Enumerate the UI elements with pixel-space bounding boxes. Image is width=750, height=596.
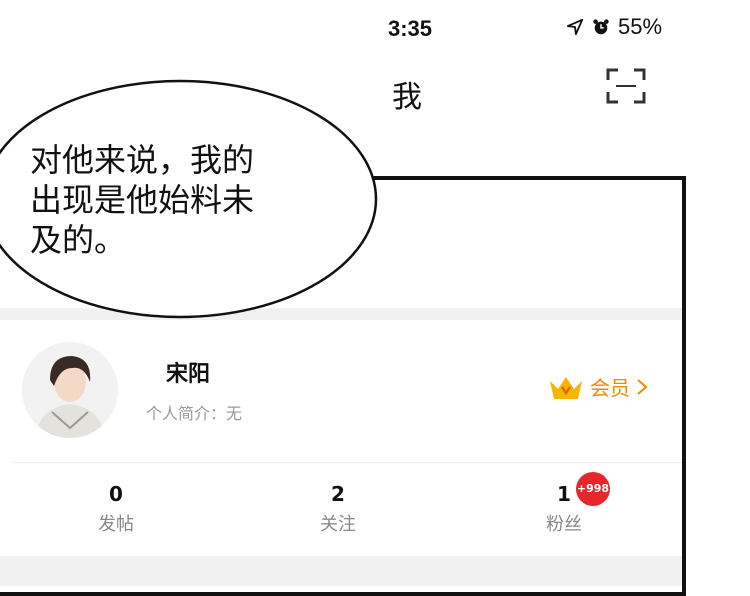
speech-line: 对他来说，我的 (30, 141, 255, 179)
avatar-image (22, 342, 118, 438)
row-divider (12, 462, 682, 463)
fans-badge: +998 (576, 472, 610, 506)
speech-text: 对他来说，我的 出现是他始料未 及的。 (30, 140, 360, 260)
crown-icon (550, 376, 582, 399)
chevron-right-icon (637, 378, 648, 395)
stat-following[interactable]: 2 关注 (312, 482, 364, 536)
scan-icon[interactable] (606, 68, 646, 104)
page-title: 我 (392, 80, 422, 115)
profile-name: 宋阳 (166, 362, 211, 387)
location-arrow-icon (566, 18, 584, 36)
status-icons: 55% (566, 14, 662, 40)
status-time: 3:35 (388, 16, 433, 41)
vip-label: 会员 (590, 376, 630, 400)
bottom-divider (0, 556, 682, 586)
stat-posts[interactable]: 0 发帖 (90, 482, 142, 536)
stat-label: 发帖 (98, 514, 134, 535)
stat-label: 关注 (320, 514, 356, 535)
battery-percent: 55% (618, 14, 663, 39)
avatar[interactable] (22, 342, 118, 438)
stat-value: 0 (109, 482, 123, 506)
stat-value: 2 (331, 482, 345, 506)
speech-line: 出现是他始料未 (30, 181, 255, 219)
profile-bio: 个人简介：无 (146, 404, 243, 423)
vip-button[interactable]: 会员 (548, 372, 648, 401)
stat-label: 粉丝 (546, 514, 582, 535)
alarm-icon (593, 19, 609, 35)
speech-line: 及的。 (30, 221, 127, 259)
